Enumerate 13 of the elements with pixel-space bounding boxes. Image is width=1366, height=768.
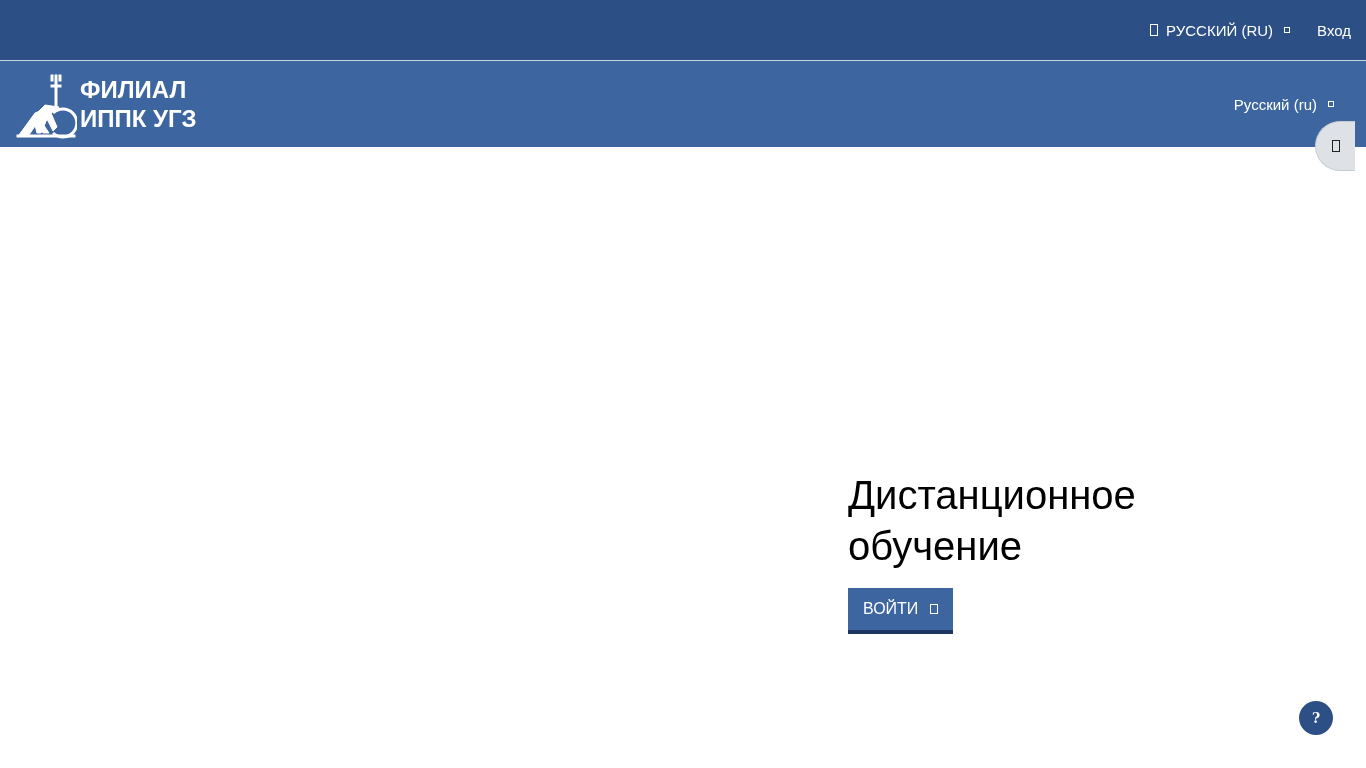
square-icon xyxy=(1331,140,1340,152)
login-button[interactable]: ВОЙТИ xyxy=(848,588,954,634)
hero-title: Дистанционное обучение xyxy=(848,472,1137,570)
logo-drawing xyxy=(15,73,77,139)
logo-text: ИППК УГЗ xyxy=(80,104,197,133)
square-icon xyxy=(1150,24,1159,36)
help-button[interactable]: ? xyxy=(1299,701,1333,735)
square-icon xyxy=(930,604,939,614)
logo-text: ФИЛИАЛ xyxy=(80,75,188,104)
login-link[interactable]: Вход xyxy=(1317,21,1351,39)
language-menu[interactable]: РУССКИЙ (RU) xyxy=(1166,21,1274,39)
language-menu[interactable]: Русский (ru) xyxy=(1233,95,1317,113)
drawer-toggle-button[interactable] xyxy=(1315,121,1355,171)
